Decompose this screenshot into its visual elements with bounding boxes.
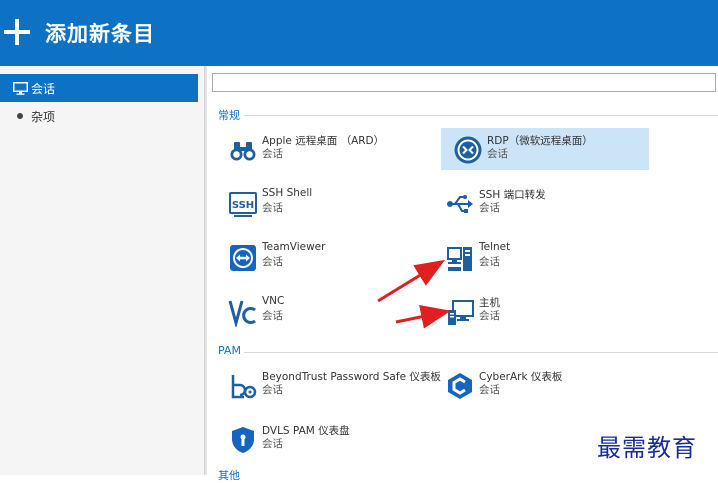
watermark: 最需教育 [597, 434, 697, 462]
annotation-arrows [377, 259, 451, 329]
annotation-arrow-telnet [377, 259, 446, 303]
annotation-arrow-host [395, 305, 451, 329]
